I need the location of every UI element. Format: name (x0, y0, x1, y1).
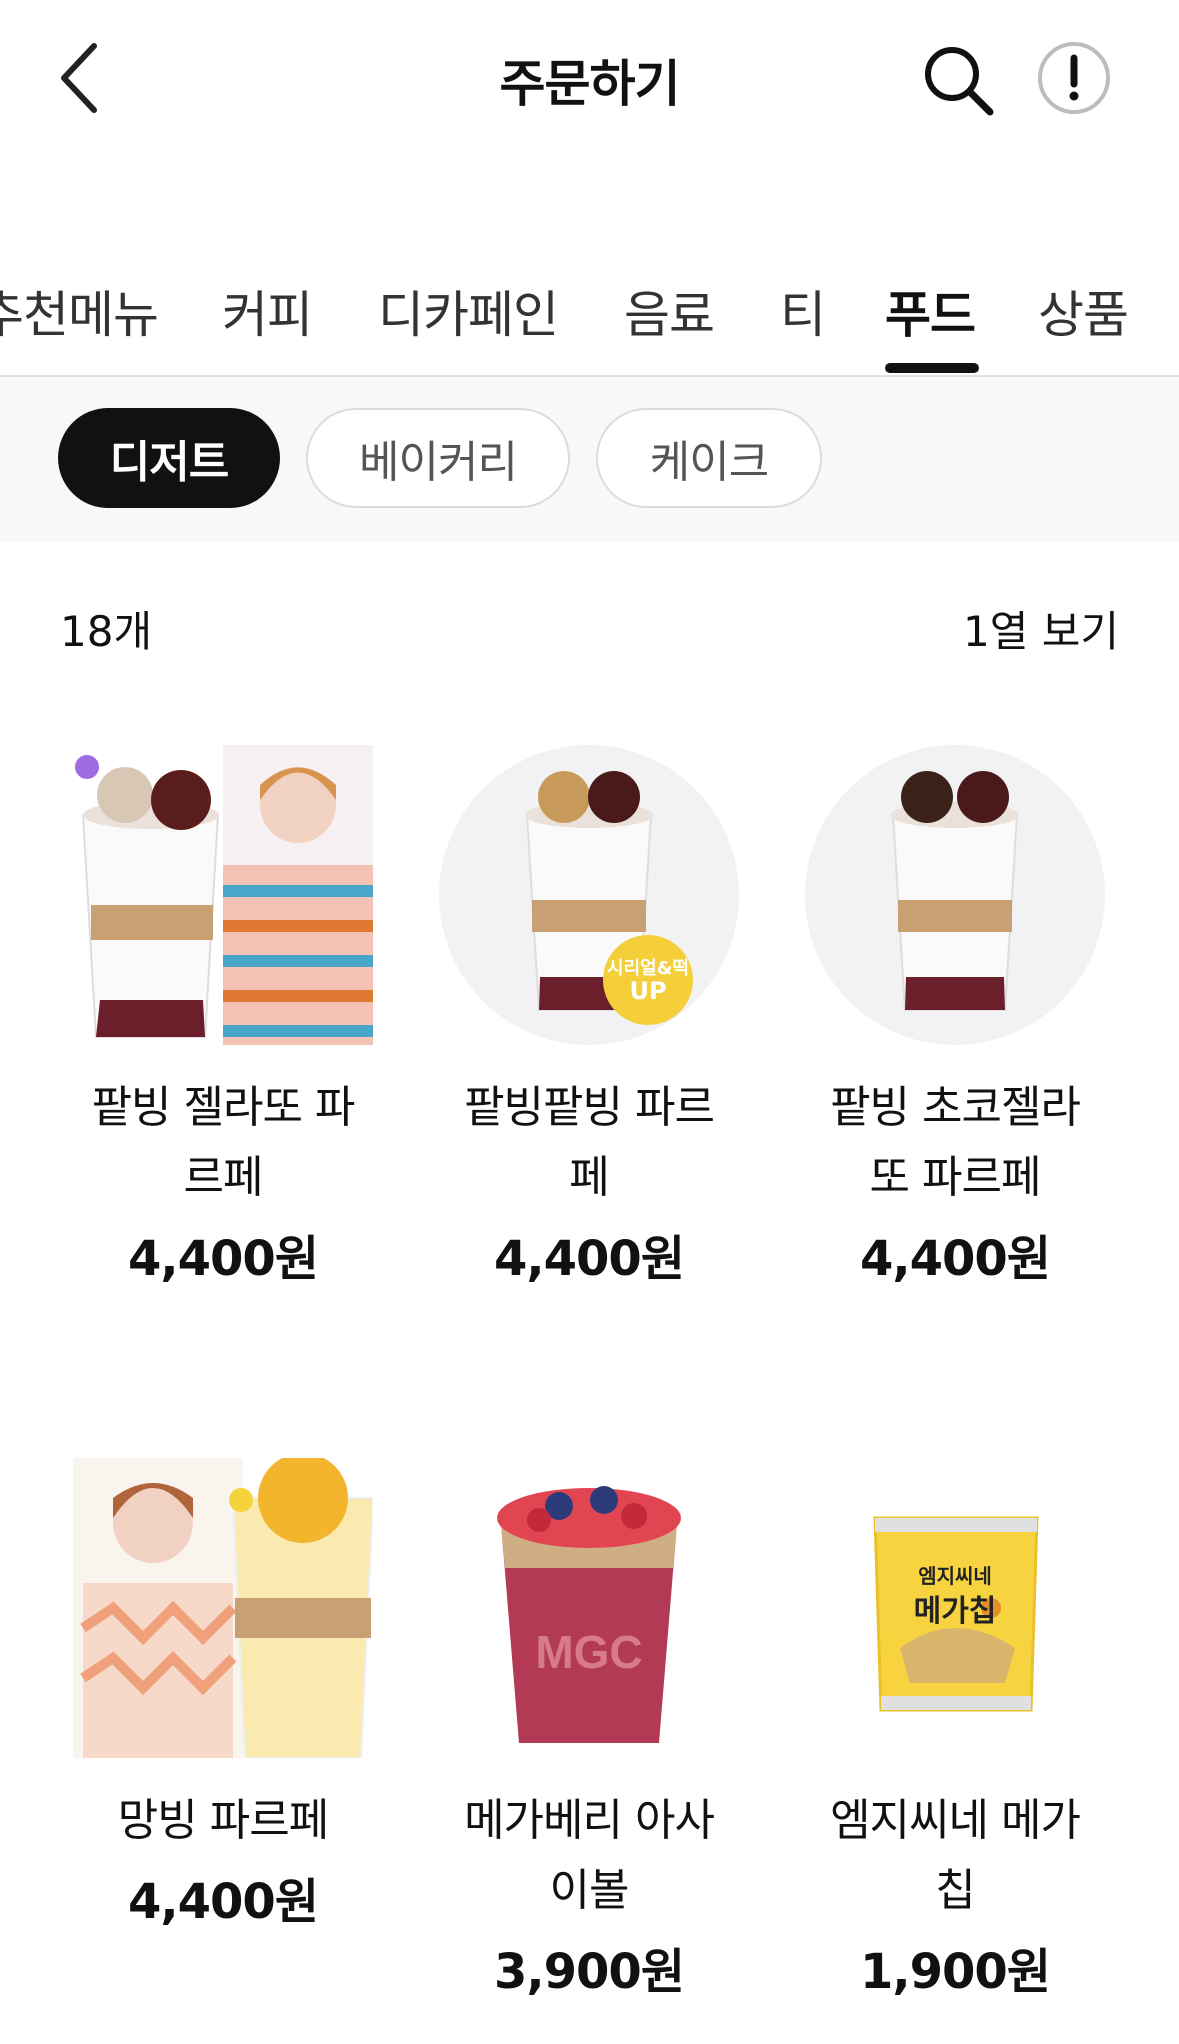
product-image: 시리얼&떡 UP (439, 745, 739, 1045)
product-name: 망빙 파르페 (117, 1795, 329, 1846)
promo-badge: 시리얼&떡 UP (603, 935, 693, 1025)
item-count: 18개 (60, 607, 153, 656)
product-image: 엠지씨네 메가칩 (805, 1458, 1105, 1758)
pack-label: 메가칩 (913, 1594, 997, 1629)
product-card[interactable]: 망빙 파르페 4,400원 (73, 1458, 373, 1932)
tab-recommended[interactable]: 추천메뉴 (0, 275, 159, 347)
product-name: 팥빙 젤라또 파 르페 (91, 1082, 356, 1203)
page-title: 주문하기 (499, 55, 681, 113)
product-card[interactable]: 엠지씨네 메가칩 엠지씨네 메가 칩 1,900원 (805, 1458, 1105, 2002)
tab-food[interactable]: 푸드 (885, 275, 976, 347)
product-card[interactable]: 시리얼&떡 UP 팥빙팥빙 파르 페 4,400원 (439, 745, 739, 1289)
product-image: MGC (439, 1458, 739, 1758)
product-image (73, 745, 373, 1045)
active-tab-indicator (885, 363, 979, 373)
product-image (73, 1458, 373, 1758)
category-tabs: 추천메뉴 커피 디카페인 음료 티 푸드 상품 (0, 255, 1179, 377)
product-name: 팥빙팥빙 파르 페 (464, 1082, 715, 1203)
product-card[interactable]: 팥빙 젤라또 파 르페 4,400원 (73, 745, 373, 1289)
product-price: 1,900원 (860, 1944, 1051, 2000)
product-card[interactable]: 팥빙 초코젤라 또 파르페 4,400원 (805, 745, 1105, 1289)
tab-coffee[interactable]: 커피 (222, 275, 313, 347)
app-header: 주문하기 (0, 0, 1179, 160)
notice-icon[interactable] (1036, 40, 1112, 116)
search-icon[interactable] (918, 40, 998, 120)
pack-label: 엠지씨네 (918, 1564, 992, 1588)
product-price: 4,400원 (860, 1231, 1051, 1287)
chip-dessert[interactable]: 디저트 (58, 408, 280, 508)
view-toggle-button[interactable]: 1열 보기 (963, 598, 1119, 659)
tab-decaf[interactable]: 디카페인 (378, 275, 559, 347)
product-price: 4,400원 (128, 1874, 319, 1930)
product-name: 엠지씨네 메가 칩 (830, 1795, 1081, 1916)
tab-tea[interactable]: 티 (780, 275, 826, 347)
chip-bakery[interactable]: 베이커리 (306, 408, 570, 508)
product-image (805, 745, 1105, 1045)
product-price: 4,400원 (128, 1231, 319, 1287)
product-card[interactable]: MGC 메가베리 아사 이볼 3,900원 (439, 1458, 739, 2002)
subcategory-bar: 디저트 베이커리 케이크 (0, 377, 1179, 542)
tab-goods[interactable]: 상품 (1038, 275, 1129, 347)
product-name: 팥빙 초코젤라 또 파르페 (830, 1082, 1081, 1203)
product-price: 4,400원 (494, 1231, 685, 1287)
cup-logo: MGC (535, 1626, 642, 1678)
product-price: 3,900원 (494, 1944, 685, 2000)
chip-cake[interactable]: 케이크 (596, 408, 822, 508)
tab-beverage[interactable]: 음료 (624, 275, 715, 347)
product-name: 메가베리 아사 이볼 (464, 1795, 715, 1916)
